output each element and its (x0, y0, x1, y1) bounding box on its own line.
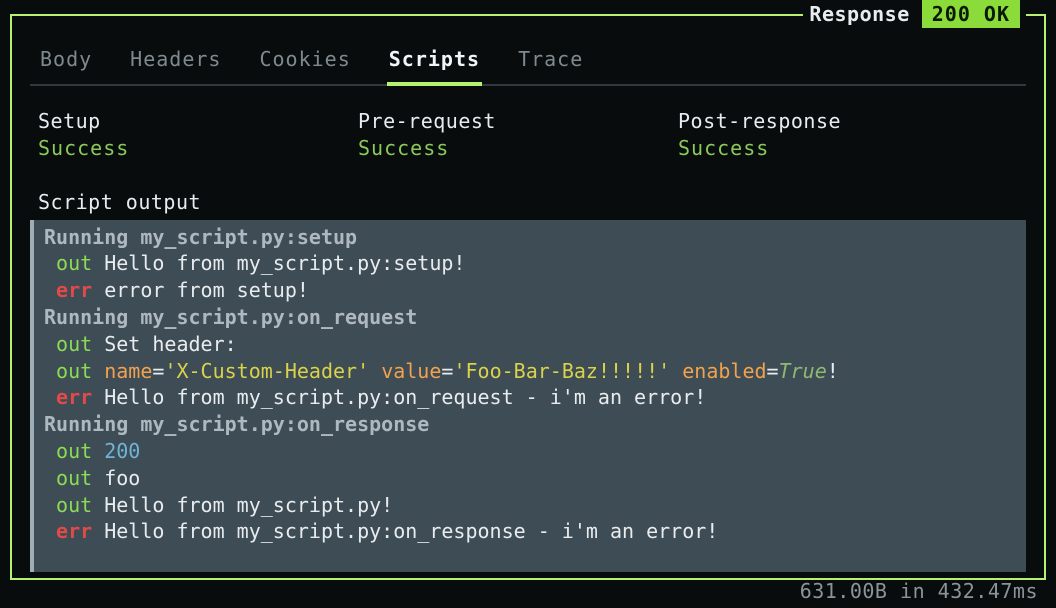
out-tag: out (44, 493, 104, 517)
console-text: enabled (682, 359, 766, 383)
err-tag: err (44, 385, 104, 409)
console-text: = (152, 359, 164, 383)
console-line: out Set header: (44, 331, 1016, 358)
stage-status: Success (358, 135, 678, 161)
console-line: out name='X-Custom-Header' value='Foo-Ba… (44, 358, 1016, 385)
console-running-label: Running my_script.py:setup (44, 225, 357, 249)
response-time: 432.47ms (938, 579, 1038, 603)
stage-pre-request: Pre-requestSuccess (358, 108, 678, 161)
console-text: Hello from my_script.py:on_response - i'… (104, 519, 718, 543)
tab-body[interactable]: Body (38, 40, 94, 84)
response-panel: Response 200 OK BodyHeadersCookiesScript… (10, 14, 1046, 580)
console-line: Running my_script.py:on_request (44, 304, 1016, 331)
stage-status: Success (38, 135, 358, 161)
tab-headers[interactable]: Headers (128, 40, 223, 84)
console-line: out Hello from my_script.py! (44, 492, 1016, 519)
footer-in-word: in (900, 579, 925, 603)
stage-status: Success (678, 135, 998, 161)
console-line: Running my_script.py:on_response (44, 411, 1016, 438)
console-text: Hello from my_script.py! (104, 493, 393, 517)
out-tag: out (44, 439, 104, 463)
console-text: 'Foo-Bar-Baz!!!!!' (453, 359, 670, 383)
console-running-label: Running my_script.py:on_response (44, 412, 429, 436)
console-text: name (104, 359, 152, 383)
console-text: ! (827, 359, 839, 383)
tab-cookies[interactable]: Cookies (257, 40, 352, 84)
console-line: err Hello from my_script.py:on_response … (44, 518, 1016, 545)
script-output-console[interactable]: Running my_script.py:setup out Hello fro… (30, 220, 1026, 572)
console-running-label: Running my_script.py:on_request (44, 305, 417, 329)
console-line: out 200 (44, 438, 1016, 465)
console-text: foo (104, 466, 140, 490)
console-line: Running my_script.py:setup (44, 224, 1016, 251)
console-line: err error from setup! (44, 277, 1016, 304)
console-text: 'X-Custom-Header' (164, 359, 369, 383)
console-text: Set header: (104, 332, 236, 356)
console-line: out foo (44, 465, 1016, 492)
tab-trace[interactable]: Trace (516, 40, 585, 84)
panel-title: Response (809, 1, 909, 27)
stage-setup: SetupSuccess (38, 108, 358, 161)
stage-label: Post-response (678, 108, 998, 134)
console-text: value (381, 359, 441, 383)
panel-header: Response 200 OK (803, 0, 1026, 28)
console-text: error from setup! (104, 278, 309, 302)
console-text (369, 359, 381, 383)
console-line: out Hello from my_script.py:setup! (44, 250, 1016, 277)
stage-post-response: Post-responseSuccess (678, 108, 998, 161)
console-text (670, 359, 682, 383)
console-text: Hello from my_script.py:on_request - i'm… (104, 385, 706, 409)
console-text: 200 (104, 439, 140, 463)
err-tag: err (44, 519, 104, 543)
footer-stats: 631.00B in 432.47ms (800, 578, 1038, 604)
console-text: Hello from my_script.py:setup! (104, 251, 465, 275)
stage-label: Pre-request (358, 108, 678, 134)
response-size: 631.00B (800, 579, 888, 603)
console-text: = (441, 359, 453, 383)
status-badge: 200 OK (922, 0, 1020, 28)
tab-bar: Body Headers Cookies Scripts Trace (30, 40, 1026, 86)
script-output-label: Script output (30, 189, 1026, 215)
console-line: err Hello from my_script.py:on_request -… (44, 384, 1016, 411)
stage-label: Setup (38, 108, 358, 134)
stage-row: SetupSuccessPre-requestSuccessPost-respo… (30, 108, 1026, 161)
out-tag: out (44, 359, 104, 383)
out-tag: out (44, 332, 104, 356)
out-tag: out (44, 466, 104, 490)
err-tag: err (44, 278, 104, 302)
tab-scripts[interactable]: Scripts (387, 40, 482, 86)
console-text: True (779, 359, 827, 383)
out-tag: out (44, 251, 104, 275)
console-text: = (767, 359, 779, 383)
